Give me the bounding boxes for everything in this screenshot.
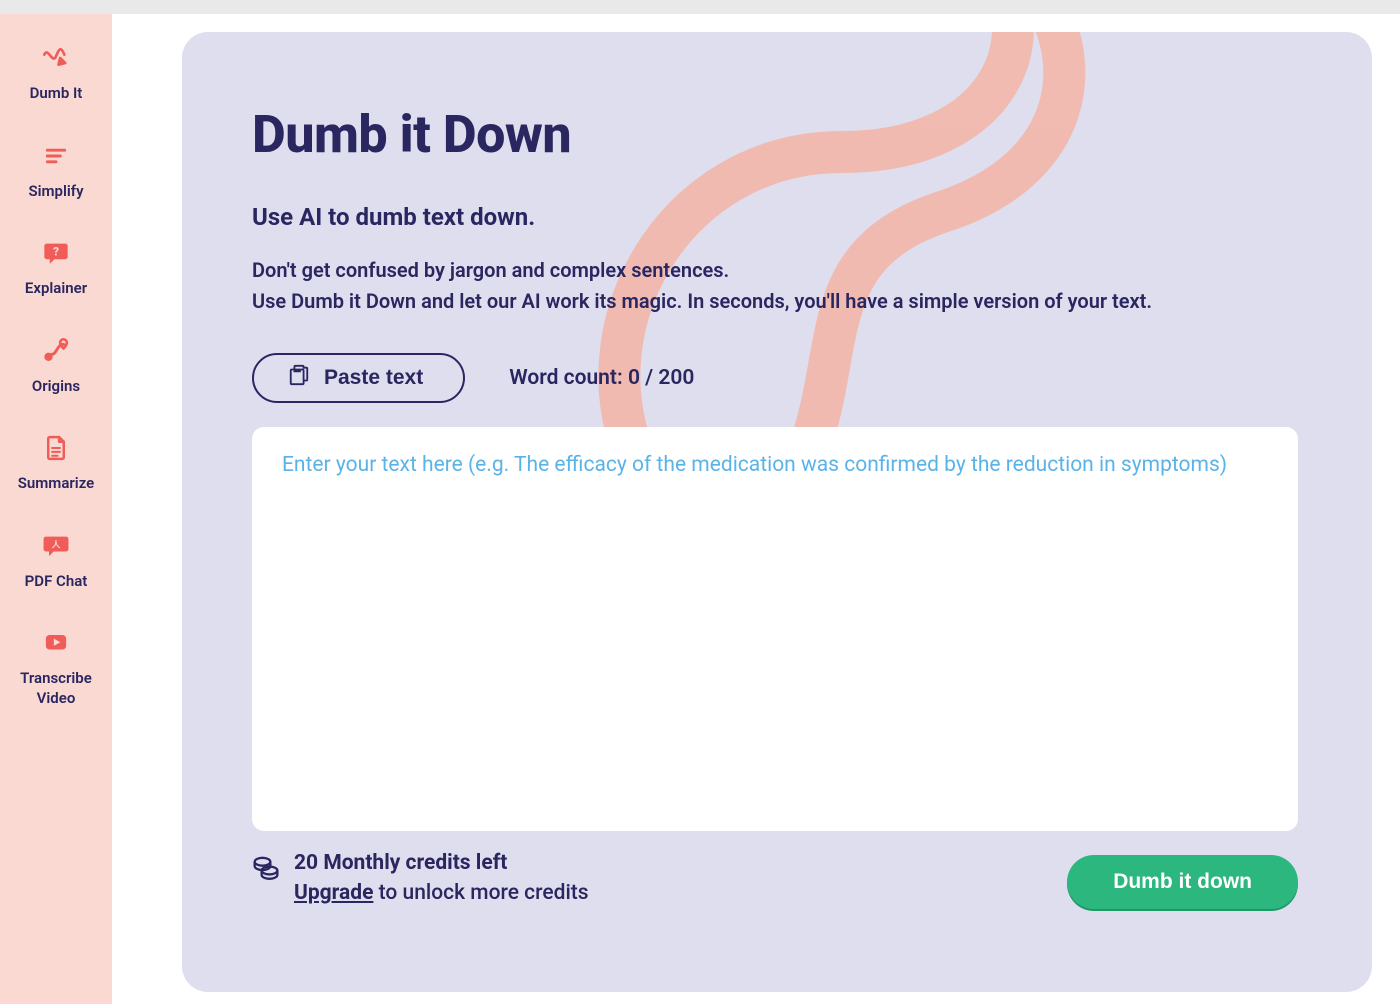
desc-line-1: Don't get confused by jargon and complex… [252, 255, 1302, 286]
sidebar-item-label: Summarize [12, 474, 100, 494]
svg-text:?: ? [53, 244, 59, 258]
sidebar-item-label: Transcribe Video [0, 669, 112, 708]
sidebar-item-label: PDF Chat [19, 572, 94, 592]
app-root: Dumb It Simplify ? Explainer [0, 14, 1400, 1004]
text-input-container [252, 427, 1298, 831]
sidebar-item-simplify[interactable]: Simplify [0, 140, 112, 202]
pdf-chat-icon: 人 [39, 530, 73, 562]
upgrade-rest: to unlock more credits [373, 881, 588, 905]
document-icon [39, 432, 73, 464]
bottom-row: 20 Monthly credits left Upgrade to unloc… [252, 851, 1298, 909]
coins-icon [252, 853, 280, 888]
word-count-label: Word count: [509, 366, 622, 390]
sidebar-item-dumb-it[interactable]: Dumb It [0, 42, 112, 104]
sidebar-item-label: Explainer [19, 279, 93, 299]
sidebar-item-label: Simplify [22, 182, 89, 202]
browser-top-strip [0, 0, 1400, 14]
text-input[interactable] [282, 453, 1268, 805]
lines-icon [39, 140, 73, 172]
squiggle-arrow-icon [39, 42, 73, 74]
paste-icon [288, 364, 310, 392]
desc-line-2: Use Dumb it Down and let our AI work its… [252, 286, 1302, 317]
page-subtitle: Use AI to dumb text down. [252, 203, 1302, 231]
sidebar-item-transcribe-video[interactable]: Transcribe Video [0, 627, 112, 708]
sidebar-item-label: Dumb It [24, 84, 89, 104]
credits-upgrade-line: Upgrade to unlock more credits [294, 881, 589, 905]
sidebar-item-pdf-chat[interactable]: 人 PDF Chat [0, 530, 112, 592]
sidebar-item-label: Origins [26, 377, 86, 397]
svg-text:人: 人 [52, 539, 61, 550]
paste-text-button[interactable]: Paste text [252, 353, 465, 403]
input-toolbar: Paste text Word count: 0 / 200 [252, 353, 1302, 403]
route-pin-icon [39, 335, 73, 367]
paste-text-label: Paste text [324, 366, 423, 390]
credits-count: 20 Monthly credits left [294, 851, 589, 875]
upgrade-link[interactable]: Upgrade [294, 881, 373, 905]
page-title: Dumb it Down [252, 104, 1302, 165]
main-area: Dumb it Down Use AI to dumb text down. D… [112, 14, 1400, 1004]
sidebar-item-summarize[interactable]: Summarize [0, 432, 112, 494]
word-count: Word count: 0 / 200 [509, 366, 694, 390]
sidebar-item-origins[interactable]: Origins [0, 335, 112, 397]
page-description: Don't get confused by jargon and complex… [252, 255, 1302, 317]
word-count-value: 0 / 200 [628, 366, 694, 390]
credits-block: 20 Monthly credits left Upgrade to unloc… [252, 851, 589, 905]
dumb-it-down-button[interactable]: Dumb it down [1067, 855, 1298, 909]
content-panel: Dumb it Down Use AI to dumb text down. D… [182, 32, 1372, 992]
sidebar-item-explainer[interactable]: ? Explainer [0, 237, 112, 299]
sidebar: Dumb It Simplify ? Explainer [0, 14, 112, 1004]
question-bubble-icon: ? [39, 237, 73, 269]
video-play-icon [39, 627, 73, 659]
